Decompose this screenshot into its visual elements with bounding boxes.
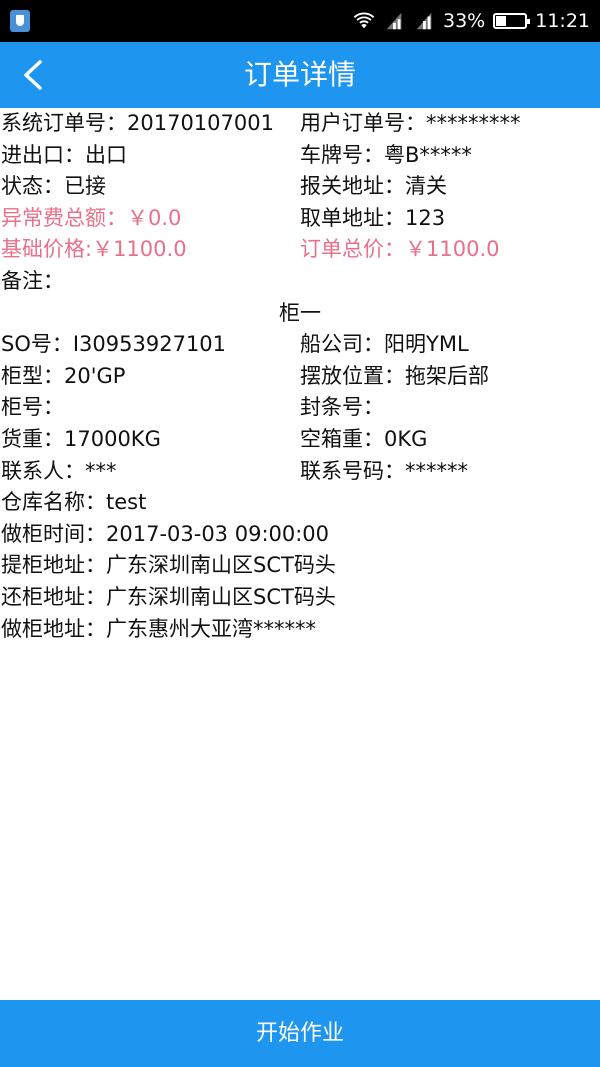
import-export: 进出口：出口 [1,142,127,167]
detail-row: 提柜地址：广东深圳南山区SCT码头 [0,550,600,582]
pickup-container-address: 提柜地址：广东深圳南山区SCT码头 [1,553,336,578]
contact-phone: 联系号码：****** [300,458,468,483]
abnormal-fee-total: 异常费总额：￥0.0 [1,205,182,230]
container-section-title: 柜一 [279,300,321,325]
battery-level-fill [496,16,507,26]
order-detail-content: 系统订单号：20170107001 用户订单号：********* 进出口：出口… [0,108,600,645]
battery-icon [493,13,531,29]
detail-row: SO号：I30953927101 船公司：阳明YML [0,329,600,361]
app-shield-icon [10,10,30,32]
remark: 备注： [1,268,64,293]
so-number: SO号：I30953927101 [1,332,227,357]
detail-row: 柜号： 封条号： [0,392,600,424]
base-price: 基础价格:￥1100.0 [1,237,187,262]
detail-row: 联系人：*** 联系号码：****** [0,456,600,488]
detail-row: 货重：17000KG 空箱重：0KG [0,424,600,456]
system-order-number: 系统订单号：20170107001 [1,111,274,135]
signal-icon-sim2 [416,12,432,30]
plate-number: 车牌号：粤B***** [300,142,472,167]
detail-row: 状态：已接 报关地址：清关 [0,171,600,203]
signal-icon [386,12,402,30]
placement-position: 摆放位置：拖架后部 [300,363,489,388]
container-type: 柜型：20'GP [1,363,126,388]
detail-row: 系统订单号：20170107001 用户订单号：********* [0,108,600,140]
detail-row: 做柜地址：广东惠州大亚湾****** [0,614,600,646]
container-number: 柜号： [1,395,64,420]
page-title: 订单详情 [243,58,356,91]
detail-row: 备注： [0,266,600,298]
start-work-button[interactable]: 开始作业 [0,1000,600,1067]
detail-row: 仓库名称：test [0,487,600,519]
detail-row: 基础价格:￥1100.0 订单总价：￥1100.0 [0,234,600,266]
battery-percent: 33% [443,10,486,32]
shipping-company: 船公司：阳明YML [300,332,469,357]
customs-address: 报关地址：清关 [300,174,447,199]
cargo-weight: 货重：17000KG [1,426,161,451]
user-order-number: 用户订单号：********* [300,111,521,135]
contact-person: 联系人：*** [1,458,117,483]
empty-container-weight: 空箱重：0KG [300,426,428,451]
return-container-address: 还柜地址：广东深圳南山区SCT码头 [1,584,336,609]
detail-row: 进出口：出口 车牌号：粤B***** [0,140,600,172]
detail-row: 柜型：20'GP 摆放位置：拖架后部 [0,361,600,393]
detail-row: 做柜时间：2017-03-03 09:00:00 [0,519,600,551]
detail-row: 异常费总额：￥0.0 取单地址：123 [0,203,600,235]
status-time: 11:21 [535,10,590,32]
order-total-price: 订单总价：￥1100.0 [300,237,500,262]
loading-address: 做柜地址：广东惠州大亚湾****** [1,616,316,641]
pickup-document-address: 取单地址：123 [300,205,446,230]
app-header: 订单详情 [0,42,600,108]
order-status: 状态：已接 [1,174,106,199]
status-bar: 33% 11:21 [0,0,600,42]
detail-row: 还柜地址：广东深圳南山区SCT码头 [0,582,600,614]
status-indicators: 33% 11:21 [353,8,590,34]
seal-number: 封条号： [300,395,384,420]
wifi-icon [353,12,375,29]
warehouse-name: 仓库名称：test [1,490,147,515]
loading-time: 做柜时间：2017-03-03 09:00:00 [1,521,330,546]
